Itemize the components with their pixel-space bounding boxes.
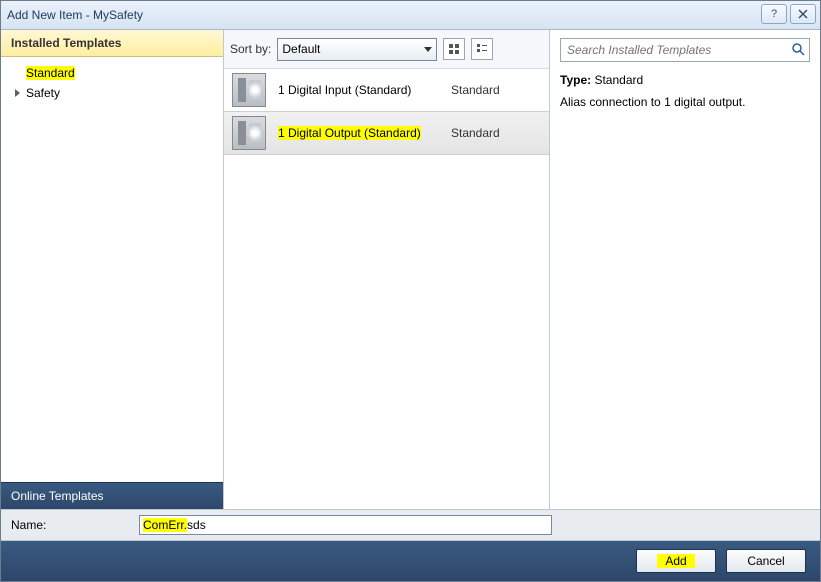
button-label: Add [657,554,694,568]
dialog-window: Add New Item - MySafety ? Installed Temp… [0,0,821,582]
template-icon [232,116,266,150]
help-button[interactable]: ? [761,4,787,24]
sort-value: Default [282,42,320,56]
detail-type: Type: Standard [560,72,810,88]
sort-dropdown[interactable]: Default [277,38,437,61]
name-row: Name: ComErr.sds [1,510,820,541]
name-value-highlight: ComErr. [143,518,187,532]
template-icon [232,73,266,107]
view-medium-icons-button[interactable] [471,38,493,60]
chevron-down-icon [424,47,432,52]
template-tree: Standard Safety [1,57,223,482]
item-kind: Standard [451,83,541,97]
search-box[interactable] [560,38,810,62]
add-button[interactable]: Add [636,549,716,573]
close-button[interactable] [790,4,816,24]
titlebar: Add New Item - MySafety ? [1,1,820,30]
list-item[interactable]: 1 Digital Output (Standard) Standard [224,111,549,155]
template-list: 1 Digital Input (Standard) Standard 1 Di… [224,69,549,509]
tree-label: Safety [26,86,60,100]
tree-item-safety[interactable]: Safety [1,83,223,103]
dialog-body: Installed Templates Standard Safety Onli… [1,30,820,581]
tree-item-standard[interactable]: Standard [1,63,223,83]
item-name: 1 Digital Output (Standard) [278,126,451,140]
content-area: Installed Templates Standard Safety Onli… [1,30,820,510]
window-title: Add New Item - MySafety [7,8,143,22]
button-label: Cancel [739,554,792,568]
footer: Add Cancel [1,541,820,581]
list-item[interactable]: 1 Digital Input (Standard) Standard [224,69,549,111]
sidebar-header: Installed Templates [1,30,223,57]
name-value-rest: sds [187,518,206,532]
search-icon[interactable] [791,42,805,59]
tree-label: Standard [26,66,75,80]
name-input[interactable]: ComErr.sds [139,515,552,535]
detail-description: Alias connection to 1 digital output. [560,94,810,110]
item-name: 1 Digital Input (Standard) [278,83,451,97]
item-kind: Standard [451,126,541,140]
details-panel: Type: Standard Alias connection to 1 dig… [550,30,820,509]
titlebar-buttons: ? [761,4,816,24]
sidebar: Installed Templates Standard Safety Onli… [1,30,224,509]
search-input[interactable] [565,42,791,58]
toolbar: Sort by: Default [224,30,549,69]
expand-icon[interactable] [15,89,20,97]
online-templates[interactable]: Online Templates [1,482,223,509]
name-label: Name: [11,518,139,532]
sort-label: Sort by: [230,42,271,56]
center-panel: Sort by: Default 1 Digital In [224,30,550,509]
type-value: Standard [594,73,643,87]
type-label: Type: [560,72,591,88]
cancel-button[interactable]: Cancel [726,549,806,573]
view-small-icons-button[interactable] [443,38,465,60]
